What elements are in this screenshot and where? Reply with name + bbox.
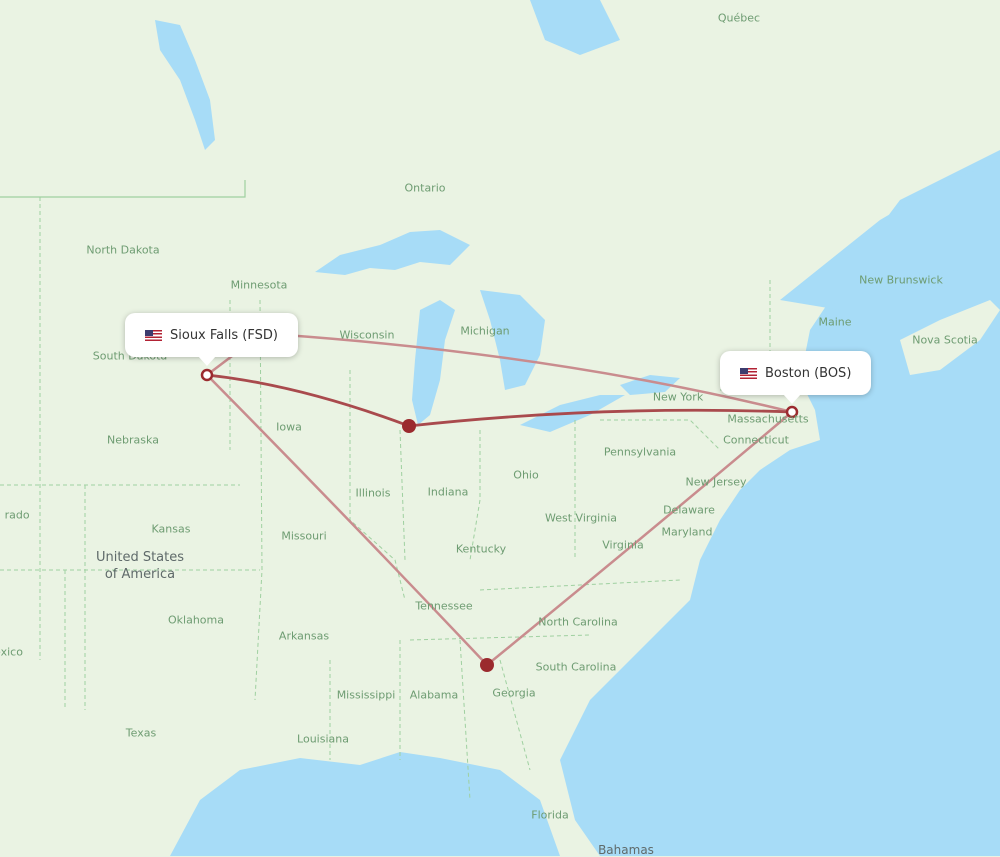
region-label: Nova Scotia	[912, 333, 978, 347]
region-label: Indiana	[427, 485, 469, 499]
region-label: Louisiana	[297, 732, 349, 746]
region-label: New York	[652, 390, 704, 404]
origin-label: Sioux Falls (FSD)	[170, 327, 278, 343]
region-label: Florida	[531, 808, 569, 822]
country-label: Bahamas	[598, 843, 654, 857]
region-label: Tennessee	[415, 599, 473, 613]
stopover-chicago[interactable]	[402, 419, 416, 433]
us-flag-icon	[740, 367, 757, 379]
region-label: Virginia	[602, 538, 644, 552]
origin-callout[interactable]: Sioux Falls (FSD)	[125, 313, 298, 366]
region-label: New Jersey	[685, 475, 747, 489]
region-label: Missouri	[281, 529, 327, 543]
region-label: Kansas	[151, 522, 191, 536]
region-label: North Carolina	[538, 615, 618, 629]
region-label: Wisconsin	[339, 328, 395, 342]
region-label: Québec	[717, 11, 761, 25]
region-label: Georgia	[492, 686, 536, 700]
region-label: Maine	[818, 315, 852, 329]
destination-label: Boston (BOS)	[765, 365, 852, 381]
region-label: Mississippi	[336, 688, 396, 702]
region-label: West Virginia	[544, 511, 618, 525]
us-flag-icon	[145, 329, 162, 341]
region-label: Delaware	[663, 503, 715, 517]
region-label: Illinois	[355, 486, 391, 500]
country-label: United States of America	[95, 550, 185, 582]
region-label: Ontario	[404, 181, 446, 195]
destination-callout[interactable]: Boston (BOS)	[720, 351, 872, 404]
region-label: Maryland	[661, 525, 713, 539]
region-label: Massachusetts	[727, 412, 809, 426]
region-label: Nebraska	[107, 433, 159, 447]
region-label: Ohio	[513, 468, 539, 482]
region-label: Iowa	[276, 420, 302, 434]
region-label: New Mexico	[0, 645, 23, 659]
region-label: Alabama	[409, 688, 459, 702]
region-label: Minnesota	[230, 278, 288, 292]
region-label: Kentucky	[455, 542, 507, 556]
region-label: Connecticut	[723, 433, 789, 447]
region-label: Oklahoma	[168, 613, 224, 627]
stopover-atlanta[interactable]	[480, 658, 494, 672]
region-label: Texas	[125, 726, 157, 740]
origin-marker-fsd[interactable]	[200, 368, 214, 382]
region-label: North Dakota	[86, 243, 160, 257]
region-label: Arkansas	[278, 629, 330, 643]
region-label: Michigan	[460, 324, 510, 338]
region-label: New Brunswick	[859, 273, 943, 287]
region-label: South Carolina	[535, 660, 617, 674]
region-label: Pennsylvania	[603, 445, 677, 459]
